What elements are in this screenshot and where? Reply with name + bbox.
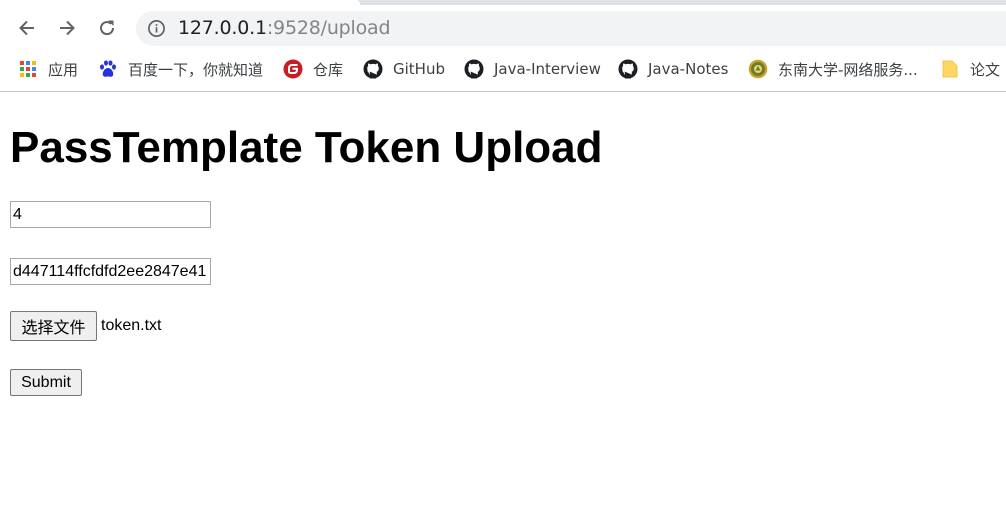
browser-chrome: 127.0.0.1:9528/upload 应用 百度一下，你就知道 仓库 Gi… bbox=[0, 0, 1006, 92]
bookmark-label: 东南大学-网络服务... bbox=[778, 60, 918, 79]
template-token-input[interactable] bbox=[10, 258, 211, 285]
baidu-paw-icon bbox=[98, 59, 118, 79]
selected-file-name: token.txt bbox=[101, 317, 162, 334]
github-icon bbox=[618, 59, 638, 79]
url-text[interactable]: 127.0.0.1:9528/upload bbox=[178, 16, 391, 40]
bookmark-folder-papers[interactable]: 论文 bbox=[940, 53, 1000, 85]
bookmark-java-notes[interactable]: Java-Notes bbox=[618, 53, 728, 85]
choose-file-button[interactable]: 选择文件 bbox=[10, 311, 97, 341]
site-info-icon[interactable] bbox=[147, 19, 166, 38]
github-icon bbox=[464, 59, 484, 79]
gitee-icon bbox=[283, 59, 303, 79]
choose-file-label: 选择文件 bbox=[21, 320, 86, 337]
github-icon bbox=[363, 59, 383, 79]
submit-button[interactable]: Submit bbox=[10, 369, 82, 396]
back-button[interactable] bbox=[11, 12, 43, 44]
active-tab-edge bbox=[0, 0, 360, 5]
reload-button[interactable] bbox=[91, 12, 123, 44]
bookmark-label: 百度一下，你就知道 bbox=[128, 60, 264, 79]
bookmarks-bar: 应用 百度一下，你就知道 仓库 GitHub Java-Interview Ja… bbox=[0, 53, 1006, 85]
toolbar-divider bbox=[0, 91, 1006, 92]
bookmark-baidu[interactable]: 百度一下，你就知道 bbox=[98, 53, 263, 85]
bookmark-gitee[interactable]: 仓库 bbox=[283, 53, 343, 85]
bookmark-label: 仓库 bbox=[313, 60, 344, 79]
bookmark-seu[interactable]: 东南大学-网络服务... bbox=[748, 53, 918, 85]
bookmark-label: Java-Notes bbox=[648, 60, 729, 78]
bookmark-label: Java-Interview bbox=[494, 60, 601, 78]
url-host: 127.0.0.1 bbox=[178, 17, 267, 39]
forward-arrow-icon bbox=[60, 20, 75, 36]
submit-label: Submit bbox=[21, 373, 71, 391]
bookmark-label: 应用 bbox=[48, 60, 79, 79]
reload-icon bbox=[100, 20, 115, 36]
bookmark-java-interview[interactable]: Java-Interview bbox=[464, 53, 601, 85]
apps-grid-icon bbox=[18, 59, 38, 79]
page-title: PassTemplate Token Upload bbox=[10, 123, 603, 172]
template-id-input[interactable] bbox=[10, 201, 211, 228]
bookmark-github[interactable]: GitHub bbox=[363, 53, 445, 85]
university-seal-icon bbox=[748, 59, 768, 79]
address-bar[interactable]: 127.0.0.1:9528/upload bbox=[136, 11, 1006, 46]
forward-button[interactable] bbox=[51, 12, 83, 44]
bookmark-apps[interactable]: 应用 bbox=[18, 53, 78, 85]
folder-icon bbox=[940, 59, 960, 79]
url-path: :9528/upload bbox=[266, 17, 391, 39]
bookmark-label: GitHub bbox=[393, 60, 445, 78]
back-arrow-icon bbox=[19, 20, 34, 36]
bookmark-label: 论文 bbox=[970, 60, 1001, 79]
